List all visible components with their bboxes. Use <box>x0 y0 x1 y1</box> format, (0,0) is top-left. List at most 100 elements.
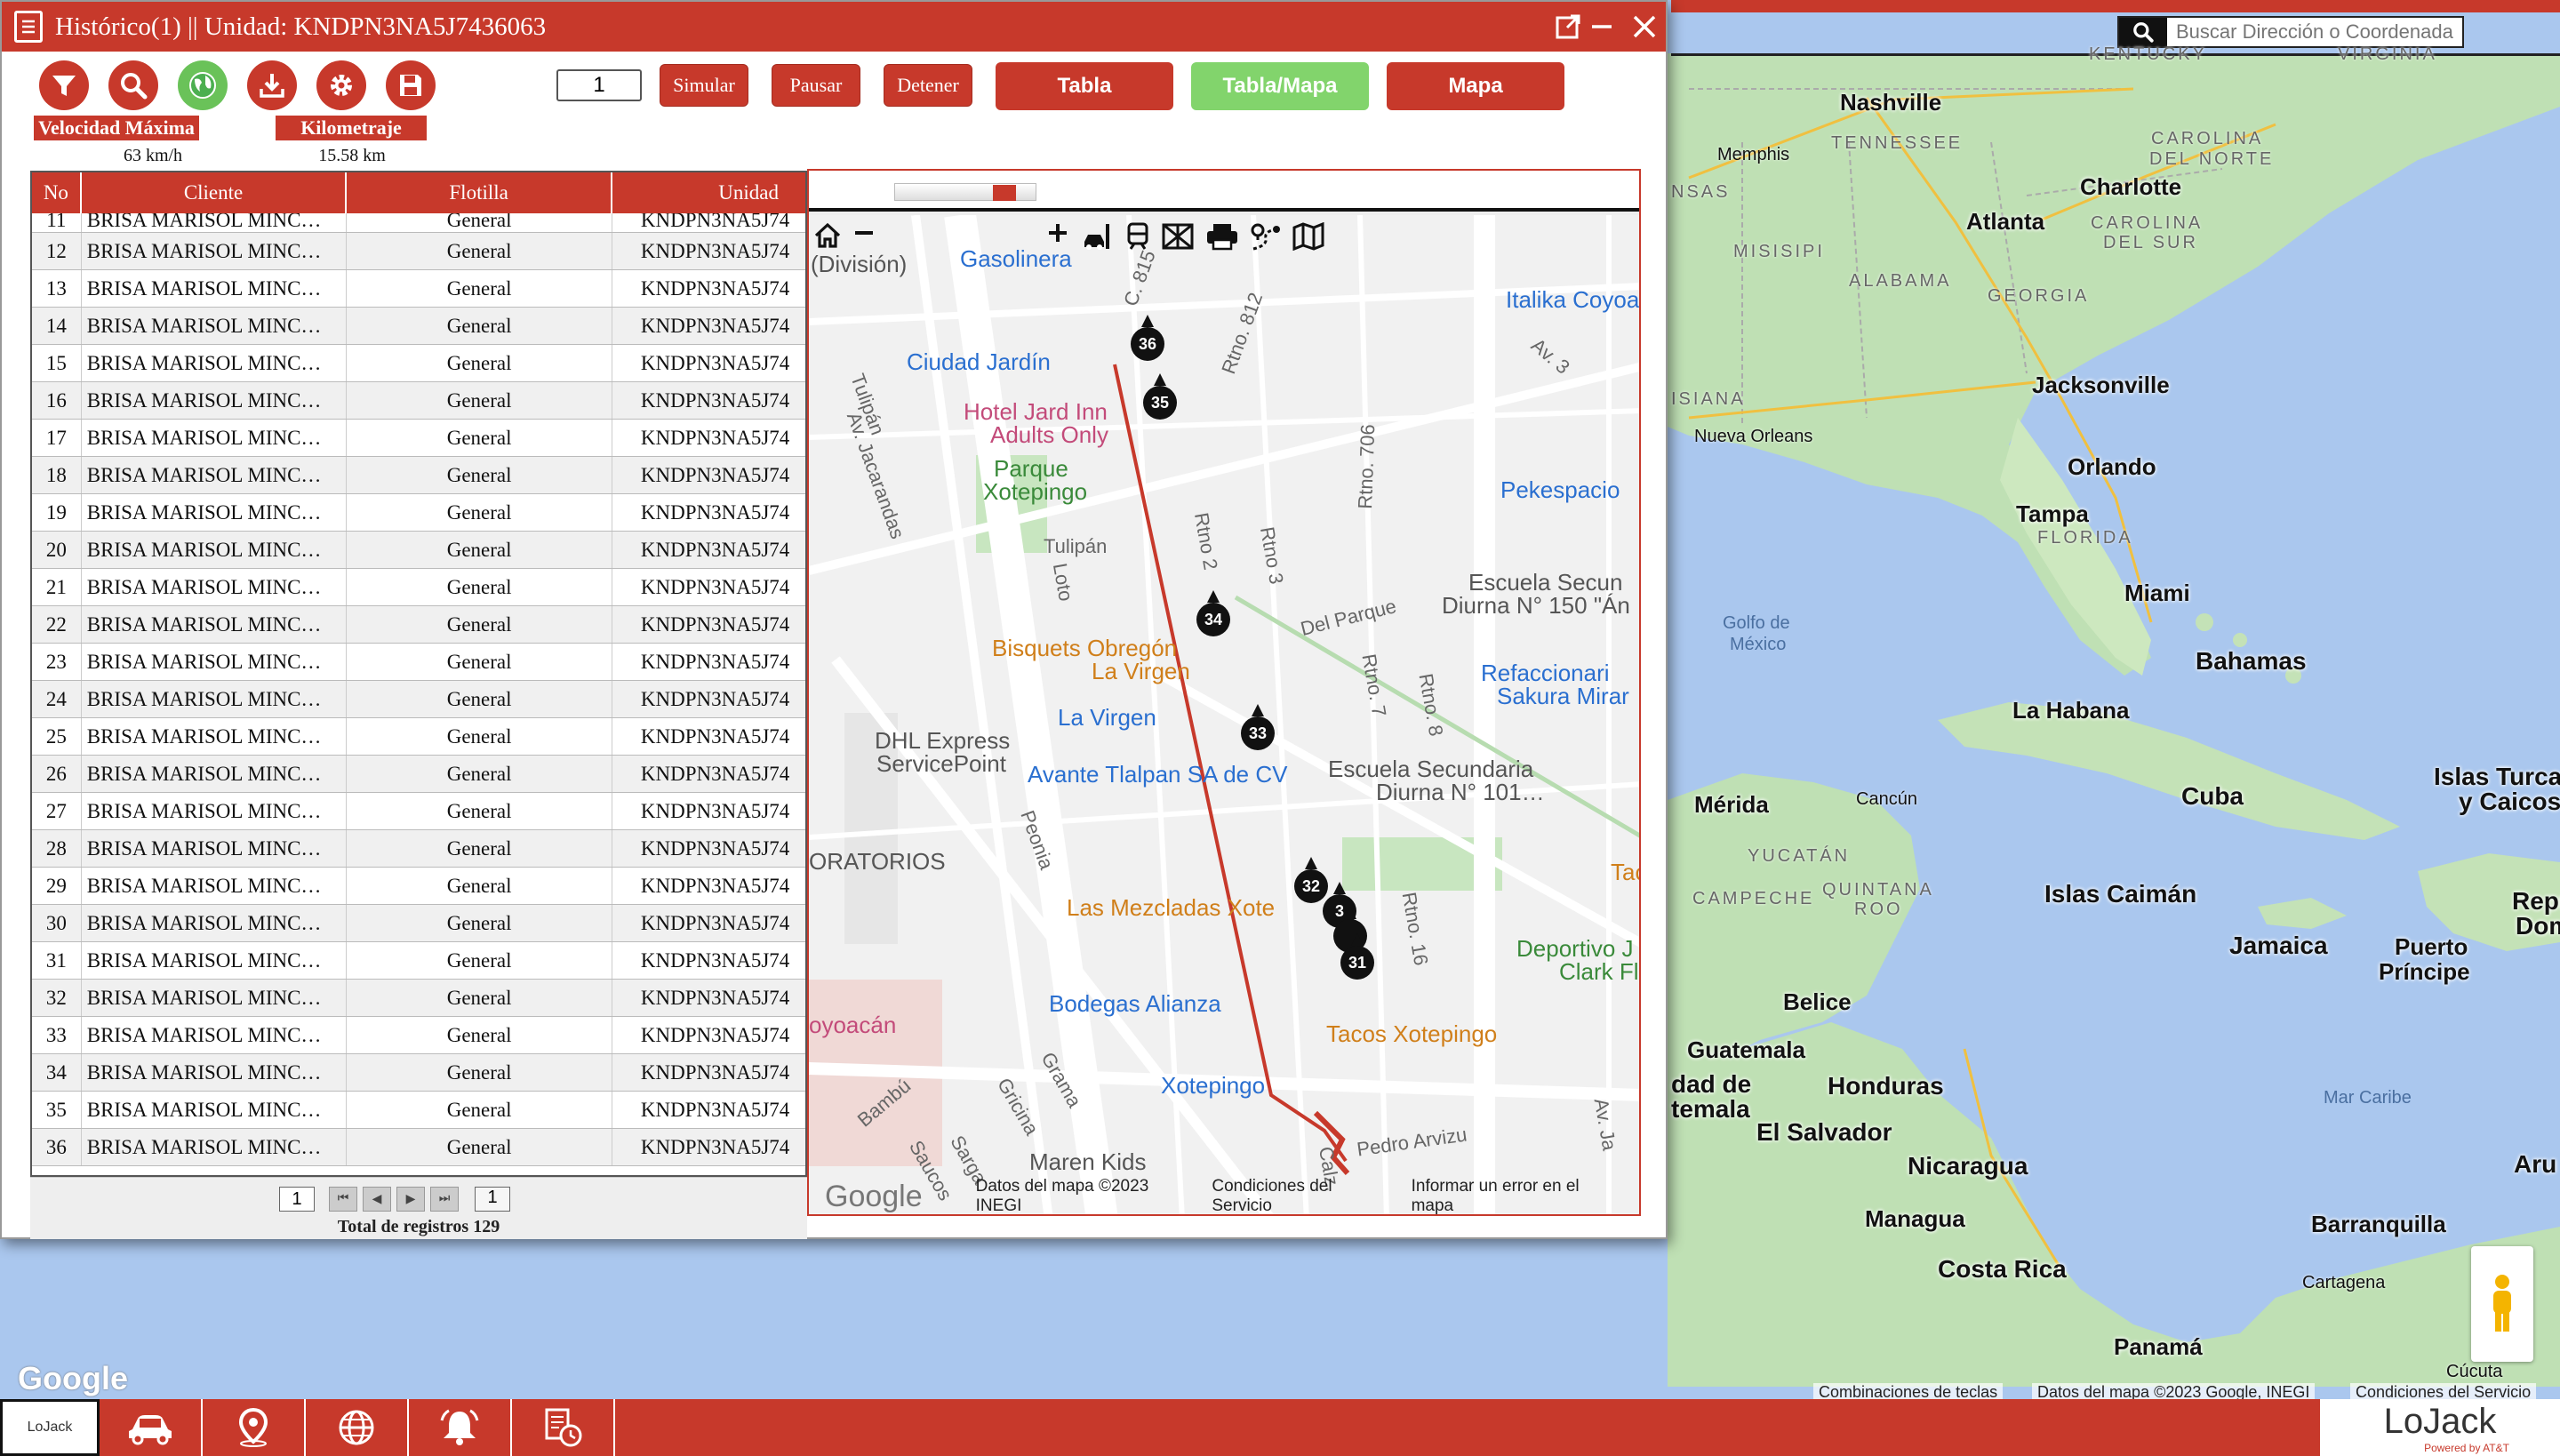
street-view-pegman[interactable] <box>2471 1246 2533 1362</box>
map-label-memphis: Memphis <box>1717 145 1790 164</box>
table-row[interactable]: 34 BRISA MARISOL MINC… General KNDPN3NA5J74 <box>32 1054 805 1092</box>
view-table-button[interactable]: Tabla <box>996 62 1173 110</box>
search-icon[interactable] <box>2119 18 2167 46</box>
next-page-icon: ▶ <box>405 1192 416 1206</box>
table-row[interactable]: 23 BRISA MARISOL MINC… General KNDPN3NA5J74 <box>32 644 805 681</box>
window-title: Histórico(1) || Unidad: KNDPN3NA5J743606… <box>55 12 547 41</box>
popout-button[interactable] <box>1550 9 1586 44</box>
table-row[interactable]: 22 BRISA MARISOL MINC… General KNDPN3NA5J74 <box>32 606 805 644</box>
table-row[interactable]: 26 BRISA MARISOL MINC… General KNDPN3NA5J74 <box>32 756 805 793</box>
page-number-input[interactable] <box>279 1187 315 1212</box>
cell-no: 32 <box>32 980 82 1016</box>
route-marker-33[interactable]: 33 <box>1241 704 1275 750</box>
map-label-pekespacio: Pekespacio <box>1500 476 1620 503</box>
table-row[interactable]: 25 BRISA MARISOL MINC… General KNDPN3NA5J74 <box>32 718 805 756</box>
stop-button[interactable]: Detener <box>884 64 972 107</box>
route-map[interactable]: (División) Gasolinera C. 815 Rtno. 812 I… <box>807 169 1641 1216</box>
search-button[interactable] <box>108 60 158 110</box>
map-label-repdom-2: Domi <box>2516 912 2560 940</box>
nav-vehicles[interactable] <box>100 1399 203 1456</box>
map-label-mar-caribe: Mar Caribe <box>2324 1088 2412 1108</box>
cell-unidad: KNDPN3NA5J74 <box>640 986 790 1009</box>
route-map-terms-link[interactable]: Condiciones del Servicio <box>1212 1177 1388 1214</box>
home-button[interactable] <box>814 178 844 248</box>
simulation-step-input[interactable] <box>556 69 642 101</box>
next-page-button[interactable]: ▶ <box>396 1187 425 1212</box>
route-map-report-error-link[interactable]: Informar un error en el mapa <box>1412 1177 1616 1214</box>
route-marker-31[interactable]: 31 <box>1340 933 1374 980</box>
globe-button[interactable] <box>178 60 228 110</box>
route-marker-34[interactable]: 34 <box>1196 590 1230 636</box>
map-view-button[interactable] <box>1292 178 1326 251</box>
route-marker-35[interactable]: 35 <box>1143 373 1177 420</box>
route-marker-32[interactable]: 32 <box>1294 857 1328 903</box>
table-row[interactable]: 13 BRISA MARISOL MINC… General KNDPN3NA5J74 <box>32 270 805 308</box>
table-row[interactable]: 17 BRISA MARISOL MINC… General KNDPN3NA5J74 <box>32 420 805 457</box>
nav-location[interactable] <box>203 1399 306 1456</box>
table-row[interactable]: 36 BRISA MARISOL MINC… General KNDPN3NA5J74 <box>32 1129 805 1166</box>
table-row[interactable]: 12 BRISA MARISOL MINC… General KNDPN3NA5J74 <box>32 233 805 270</box>
table-row[interactable]: 21 BRISA MARISOL MINC… General KNDPN3NA5J74 <box>32 569 805 606</box>
address-search-input[interactable] <box>2167 18 2462 46</box>
table-row[interactable]: 15 BRISA MARISOL MINC… General KNDPN3NA5J74 <box>32 345 805 382</box>
view-table-map-button[interactable]: Tabla/Mapa <box>1191 62 1369 110</box>
route-tool-button[interactable] <box>1250 178 1284 251</box>
zoom-slider-handle[interactable] <box>993 185 1016 201</box>
nav-history-reports[interactable] <box>512 1399 615 1456</box>
view-map-button[interactable]: Mapa <box>1387 62 1564 110</box>
table-row[interactable]: 27 BRISA MARISOL MINC… General KNDPN3NA5J74 <box>32 793 805 830</box>
minimize-button[interactable] <box>1584 9 1620 44</box>
table-row[interactable]: 20 BRISA MARISOL MINC… General KNDPN3NA5J74 <box>32 532 805 569</box>
zoom-out-button[interactable] <box>853 178 880 235</box>
zoom-slider[interactable] <box>894 183 1036 201</box>
table-row[interactable]: 30 BRISA MARISOL MINC… General KNDPN3NA5J74 <box>32 905 805 942</box>
map-label-luisiana: ISIANA <box>1671 389 1746 409</box>
map-label-deportivo-2: Clark Fl <box>1559 958 1639 985</box>
window-title-bar[interactable]: Histórico(1) || Unidad: KNDPN3NA5J743606… <box>2 2 1666 52</box>
column-header-unidad[interactable]: Unidad <box>612 172 805 213</box>
prev-page-button[interactable]: ◀ <box>363 1187 391 1212</box>
table-row[interactable]: 24 BRISA MARISOL MINC… General KNDPN3NA5J74 <box>32 681 805 718</box>
table-row[interactable]: 28 BRISA MARISOL MINC… General KNDPN3NA5J74 <box>32 830 805 868</box>
map-search-box[interactable] <box>2117 16 2464 48</box>
table-row[interactable]: 32 BRISA MARISOL MINC… General KNDPN3NA5J74 <box>32 980 805 1017</box>
table-row[interactable]: 18 BRISA MARISOL MINC… General KNDPN3NA5J74 <box>32 457 805 494</box>
vehicle-tool-button[interactable] <box>1081 178 1116 250</box>
print-button[interactable] <box>1205 178 1241 251</box>
table-row[interactable]: 16 BRISA MARISOL MINC… General KNDPN3NA5J74 <box>32 382 805 420</box>
cell-no: 14 <box>32 308 82 344</box>
zoom-in-button[interactable] <box>1047 178 1074 242</box>
close-button[interactable] <box>1627 9 1662 44</box>
column-header-cliente[interactable]: Cliente <box>82 172 348 213</box>
save-button[interactable] <box>386 60 436 110</box>
table-row[interactable]: 35 BRISA MARISOL MINC… General KNDPN3NA5J74 <box>32 1092 805 1129</box>
lojack-small-logo[interactable]: LoJack <box>0 1399 100 1456</box>
cell-no: 18 <box>32 457 82 493</box>
settings-button[interactable] <box>316 60 366 110</box>
cell-unidad: KNDPN3NA5J74 <box>640 911 790 934</box>
nav-alerts[interactable] <box>409 1399 512 1456</box>
cell-flotilla: General <box>347 942 612 979</box>
first-page-button[interactable]: ⏮ <box>329 1187 357 1212</box>
cell-no: 31 <box>32 942 82 979</box>
table-row[interactable]: 29 BRISA MARISOL MINC… General KNDPN3NA5J74 <box>32 868 805 905</box>
table-row[interactable]: 33 BRISA MARISOL MINC… General KNDPN3NA5J74 <box>32 1017 805 1054</box>
nav-globe[interactable] <box>306 1399 409 1456</box>
map-layers-button[interactable] <box>1161 178 1196 250</box>
download-button[interactable] <box>247 60 297 110</box>
last-page-button[interactable]: ⏭ <box>430 1187 459 1212</box>
column-header-no[interactable]: No <box>32 172 82 213</box>
table-row[interactable]: 19 BRISA MARISOL MINC… General KNDPN3NA5J74 <box>32 494 805 532</box>
filter-button[interactable] <box>39 60 89 110</box>
table-row[interactable]: 31 BRISA MARISOL MINC… General KNDPN3NA5J74 <box>32 942 805 980</box>
table-row[interactable]: 14 BRISA MARISOL MINC… General KNDPN3NA5J74 <box>32 308 805 345</box>
route-marker-36[interactable]: 36 <box>1131 315 1164 361</box>
column-header-flotilla[interactable]: Flotilla <box>347 172 612 213</box>
map-label-bisquets-2: La Virgen <box>1092 658 1190 684</box>
simulate-button[interactable]: Simular <box>660 64 748 107</box>
train-tool-button[interactable] <box>1125 178 1154 250</box>
cell-cliente: BRISA MARISOL MINC… <box>82 382 348 419</box>
table-row[interactable]: 11 BRISA MARISOL MINC… General KNDPN3NA5… <box>32 213 805 233</box>
cell-flotilla: General <box>347 213 612 232</box>
pause-button[interactable]: Pausar <box>772 64 860 107</box>
